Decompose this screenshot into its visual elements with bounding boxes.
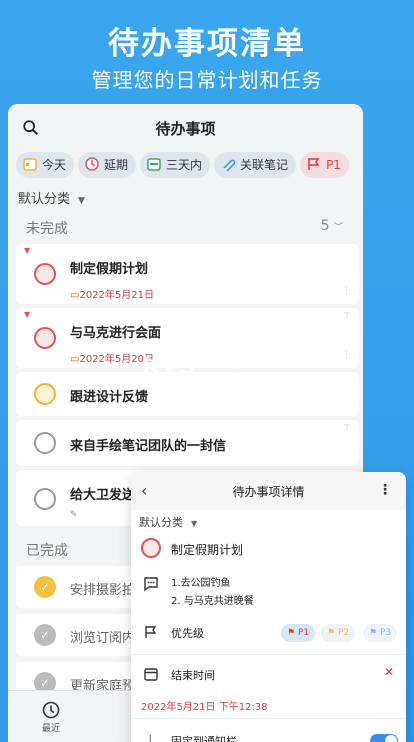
chip-p1[interactable]: P1 — [300, 152, 349, 178]
chip-label: 延期 — [104, 158, 129, 172]
end-time-row[interactable]: 结束时间 ✕ — [131, 662, 406, 688]
watermark-logo: K73 — [142, 352, 197, 380]
overdue-icon — [85, 157, 99, 171]
end-time-label: 结束时间 — [171, 669, 215, 682]
pin-icon: ⊥ — [145, 732, 156, 742]
chip-label: 三天内 — [166, 158, 203, 172]
priority-p3-label: P3 — [379, 628, 392, 638]
task-date-text: 2022年5月21日 — [79, 290, 154, 301]
hero-subtitle: 管理您的日常计划和任务 — [91, 68, 323, 92]
pin-label: 固定到通知栏 — [171, 735, 237, 742]
priority-p2-label: P2 — [337, 628, 350, 638]
top-bar: 待办事项 — [8, 104, 363, 152]
chip-overdue[interactable]: 延期 — [78, 152, 137, 178]
task-title: 安排摄影拍 — [70, 583, 136, 598]
detail-header: ‹ 待办事项详情 ⋮ — [131, 472, 406, 510]
checked-icon[interactable]: ✓ — [34, 624, 56, 646]
chip-linked-notes[interactable]: 关联笔记 — [214, 152, 297, 178]
calendar-icon — [144, 668, 158, 681]
watermark-domain: .com — [210, 371, 235, 382]
detail-title: 待办事项详情 — [232, 485, 305, 499]
task-title: 浏览订阅内 — [70, 631, 136, 646]
page-title: 待办事项 — [155, 120, 216, 138]
pinned-marker-icon: ▼ — [24, 310, 31, 319]
calendar-three-days-icon — [147, 158, 161, 171]
more-vert-icon[interactable]: ⋮ — [378, 482, 392, 498]
task-checkbox[interactable] — [34, 327, 56, 349]
task-title: 制定假期计划 — [70, 262, 149, 277]
clock-icon[interactable] — [42, 701, 60, 719]
task-item[interactable]: ▼ 制定假期计划 ▭2022年5月21日 ⋮ — [16, 244, 359, 304]
section-completed: 已完成 — [26, 543, 68, 559]
priority-p1-button[interactable]: ⚑ P1 — [281, 624, 316, 642]
task-title: 跟进设计反馈 — [70, 390, 149, 405]
watermark-sub: 游戏之家 .com — [210, 356, 250, 382]
task-detail-panel: ‹ 待办事项详情 ⋮ 默认分类 ▼ 制定假期计划 1.去公园钓鱼 2. 与马克共进… — [131, 472, 406, 742]
task-checkbox[interactable] — [34, 263, 56, 285]
detail-task-row[interactable]: 制定假期计划 — [131, 534, 406, 566]
watermark-sub-text: 游戏之家 — [210, 360, 250, 371]
pinned-marker-icon: ▼ — [24, 246, 31, 255]
note-line: 1.去公园钓鱼 — [171, 578, 231, 589]
end-time-value[interactable]: 2022年5月21日 下午12:38 — [141, 698, 268, 713]
task-checkbox[interactable] — [141, 538, 161, 558]
task-checkbox[interactable] — [34, 488, 56, 510]
chip-label: 关联笔记 — [240, 158, 289, 172]
priority-p1-label: P1 — [297, 628, 310, 638]
task-title: 给大卫发送 — [70, 488, 136, 503]
task-date: ▭2022年5月21日 — [70, 290, 154, 301]
flag-icon — [145, 626, 157, 638]
note-link-icon — [223, 159, 236, 172]
note-line: 2. 与马克共进晚餐 — [171, 596, 254, 607]
group-selector[interactable]: 默认分类 ▼ — [18, 188, 85, 207]
chip-today[interactable]: 今天 — [16, 152, 75, 178]
priority-p3-button[interactable]: ⚑ P3 — [363, 624, 398, 642]
flag-icon — [308, 158, 320, 170]
priority-row: 优先级 ⚑ P1 ⚑ P2 ⚑ P3 — [131, 620, 406, 648]
edit-icon: ✎ — [70, 510, 78, 520]
chip-label: P1 — [326, 158, 341, 172]
pin-toggle[interactable] — [370, 734, 398, 742]
incomplete-count[interactable]: 5 ﹀ — [321, 218, 343, 234]
chip-label: 今天 — [42, 158, 67, 172]
calendar-today-icon — [23, 158, 37, 171]
detail-group-selector[interactable]: 默认分类 ▼ — [139, 514, 198, 530]
priority-label: 优先级 — [171, 627, 204, 640]
group-label: 默认分类 — [18, 192, 71, 207]
hero-title: 待办事项清单 — [108, 26, 306, 62]
clear-icon[interactable]: ✕ — [384, 665, 394, 679]
filter-chips: 今天 延期 三天内 关联笔记 P1 — [16, 152, 353, 180]
more-icon[interactable]: ⋮ — [342, 286, 351, 296]
task-title: 与马克进行会面 — [70, 326, 162, 341]
chip-three-days[interactable]: 三天内 — [140, 152, 211, 178]
pin-icon[interactable]: ⊤ — [343, 312, 351, 322]
nav-recent-label: 最近 — [42, 724, 61, 734]
pin-notification-row: ⊥ 固定到通知栏 — [131, 728, 406, 742]
chevron-down-icon: ﹀ — [333, 223, 343, 233]
task-item[interactable]: ⊤ 来自手绘笔记团队的一封信 — [16, 420, 359, 466]
detail-notes-row[interactable]: 1.去公园钓鱼 2. 与马克共进晚餐 — [131, 572, 406, 612]
task-title: 来自手绘笔记团队的一封信 — [70, 439, 227, 454]
detail-task-title: 制定假期计划 — [171, 543, 244, 557]
comment-icon — [144, 577, 158, 592]
caret-down-icon: ▼ — [78, 196, 85, 206]
priority-p2-button[interactable]: ⚑ P2 — [321, 624, 356, 642]
task-checkbox[interactable] — [34, 432, 56, 454]
divider — [131, 654, 406, 655]
caret-down-icon: ▼ — [191, 519, 198, 528]
divider — [131, 718, 406, 719]
section-incomplete: 未完成 — [26, 221, 68, 237]
count-value: 5 — [320, 218, 330, 234]
task-checkbox[interactable] — [34, 383, 56, 405]
pin-icon[interactable]: ⊤ — [343, 424, 351, 434]
checked-icon[interactable]: ✓ — [34, 576, 56, 598]
detail-group-label: 默认分类 — [139, 516, 183, 529]
more-icon[interactable]: ⋮ — [342, 350, 351, 360]
